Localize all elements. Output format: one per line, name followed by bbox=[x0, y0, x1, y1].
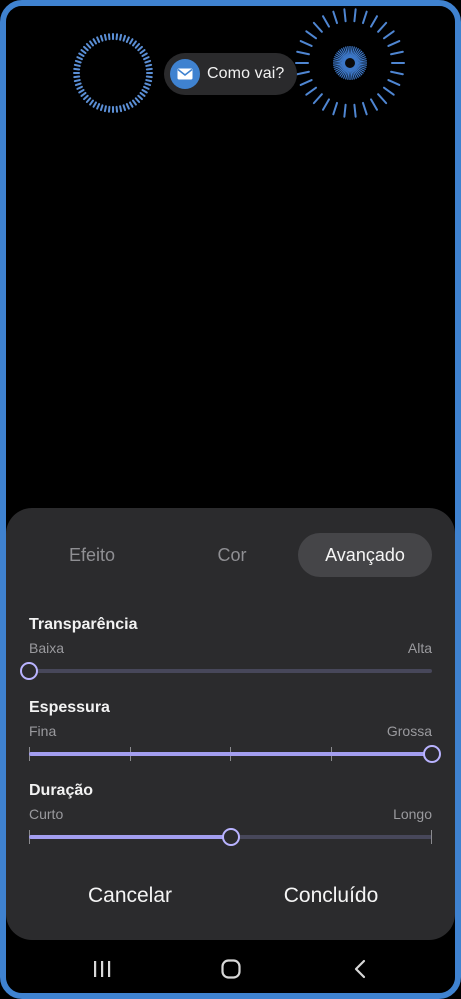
navigation-bar bbox=[6, 946, 455, 993]
tab-avancado[interactable]: Avançado bbox=[298, 533, 432, 577]
thickness-slider-fill bbox=[29, 752, 432, 756]
thickness-slider-group: Espessura Fina Grossa bbox=[29, 699, 441, 769]
transparency-slider-thumb[interactable] bbox=[20, 662, 38, 680]
recents-icon[interactable] bbox=[82, 954, 122, 984]
slider-tick bbox=[431, 830, 432, 844]
duration-slider-thumb[interactable] bbox=[221, 828, 240, 846]
transparency-slider[interactable] bbox=[20, 662, 432, 680]
tab-cor[interactable]: Cor bbox=[162, 533, 302, 577]
notification-preview[interactable]: Como vai? bbox=[164, 53, 297, 95]
home-icon[interactable] bbox=[211, 954, 251, 984]
tab-bar: Efeito Cor Avançado bbox=[22, 533, 442, 579]
edge-effect-ring-icon bbox=[73, 33, 153, 113]
cancel-button[interactable]: Cancelar bbox=[30, 876, 230, 916]
thickness-slider-thumb[interactable] bbox=[423, 745, 441, 763]
duration-title: Duração bbox=[29, 782, 94, 799]
duration-min-label: Curto bbox=[29, 806, 64, 822]
duration-max-label: Longo bbox=[393, 806, 432, 822]
screen: Como vai? Efeito Cor Avançado Transparên… bbox=[6, 6, 455, 993]
duration-slider-group: Duração Curto Longo bbox=[29, 782, 432, 852]
notification-text: Como vai? bbox=[207, 65, 285, 82]
transparency-title: Transparência bbox=[29, 616, 138, 633]
envelope-icon bbox=[170, 59, 200, 89]
edge-effect-burst-icon bbox=[295, 8, 405, 118]
action-bar: Cancelar Concluído bbox=[6, 876, 455, 916]
thickness-title: Espessura bbox=[29, 699, 110, 716]
thickness-max-label: Grossa bbox=[386, 723, 432, 739]
duration-slider[interactable] bbox=[29, 828, 432, 846]
duration-slider-fill bbox=[29, 835, 231, 839]
done-button[interactable]: Concluído bbox=[231, 876, 431, 916]
edge-lighting-settings-panel: Efeito Cor Avançado Transparência Baixa … bbox=[6, 508, 455, 940]
transparency-max-label: Alta bbox=[407, 640, 432, 656]
transparency-slider-group: Transparência Baixa Alta bbox=[20, 616, 432, 686]
transparency-min-label: Baixa bbox=[29, 640, 65, 656]
tab-efeito[interactable]: Efeito bbox=[22, 533, 162, 577]
back-icon[interactable] bbox=[340, 954, 380, 984]
thickness-min-label: Fina bbox=[29, 723, 57, 739]
thickness-slider[interactable] bbox=[29, 745, 441, 763]
